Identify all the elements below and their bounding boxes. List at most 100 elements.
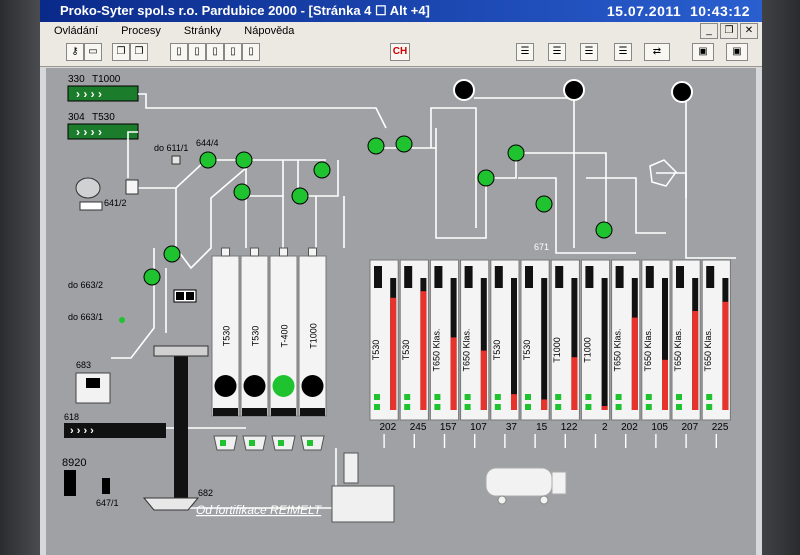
- pages-icon[interactable]: ❐: [130, 43, 148, 61]
- right-silo-level-fill: [662, 359, 668, 410]
- page1-icon[interactable]: ▯: [170, 43, 188, 61]
- bagging-station[interactable]: [331, 485, 395, 523]
- right-silo-status-block: [374, 266, 382, 288]
- label-671: 671: [534, 242, 549, 252]
- feed2-arrows: › › › ›: [76, 125, 102, 139]
- tool-c-icon[interactable]: ☰: [580, 43, 598, 61]
- valve-icon[interactable]: [507, 144, 525, 162]
- gate-647[interactable]: [102, 478, 110, 494]
- valve-icon[interactable]: [233, 183, 251, 201]
- label-647: 647/1: [96, 498, 119, 508]
- right-silo-label: T650 Klas.: [613, 328, 623, 371]
- close-button[interactable]: ✕: [740, 23, 758, 39]
- valve-icon[interactable]: [235, 151, 253, 169]
- conveyor-618-arrows: › › › ›: [70, 425, 94, 437]
- right-silo-status-block: [525, 266, 533, 288]
- left-silo-label: T-400: [280, 324, 290, 347]
- right-silo-level-fill: [692, 311, 699, 410]
- page2-icon[interactable]: ▯: [188, 43, 206, 61]
- outlet-indicator-icon[interactable]: [671, 81, 693, 103]
- clock: 15.07.2011 10:43:12: [607, 0, 750, 22]
- right-silo-status-led: [525, 394, 531, 400]
- left-silo-outlet-icon[interactable]: [301, 375, 324, 397]
- feed1-name: T1000: [92, 74, 121, 85]
- menu-napoveda[interactable]: Nápověda: [244, 25, 294, 37]
- time-readout: 10:43:12: [689, 3, 750, 19]
- label-644: 644/4: [196, 138, 219, 148]
- left-silo-outlet-icon[interactable]: [243, 375, 266, 397]
- menu-ovladani[interactable]: Ovládání: [54, 25, 98, 37]
- window-title: Proko-Syter spol.s r.o. Pardubice 2000 -…: [60, 3, 430, 18]
- right-silo-status-led: [615, 394, 622, 400]
- right-silo-label: T530: [492, 340, 502, 361]
- right-silo-status-led: [555, 394, 562, 400]
- valve-icon[interactable]: [143, 268, 161, 286]
- label-do663-1: do 663/1: [68, 312, 103, 322]
- right-silo-status-block: [494, 266, 503, 288]
- right-silo-value: 105: [651, 422, 668, 433]
- right-silo-label: T650 Klas.: [431, 328, 441, 371]
- right-silo-status-block: [464, 266, 473, 288]
- tool-b-icon[interactable]: ☰: [548, 43, 566, 61]
- valve-icon[interactable]: [313, 161, 331, 179]
- page3-icon[interactable]: ▯: [206, 43, 224, 61]
- key-icon[interactable]: ⚷: [66, 43, 84, 61]
- tool-e-icon[interactable]: ⇄: [644, 43, 670, 61]
- left-silo-label: T530: [251, 326, 261, 347]
- right-silo-status-led: [525, 404, 531, 410]
- page4-icon[interactable]: ▯: [224, 43, 242, 61]
- panel-icon[interactable]: ▭: [84, 43, 102, 61]
- right-silo-status-led: [585, 394, 592, 400]
- valve-icon[interactable]: [199, 151, 217, 169]
- valve-icon[interactable]: [595, 221, 613, 239]
- menu-procesy[interactable]: Procesy: [121, 25, 161, 37]
- right-silo-level-fill: [541, 399, 548, 410]
- alarm-button[interactable]: CH: [390, 43, 410, 61]
- elevator-head: [153, 345, 209, 357]
- motor-8920[interactable]: [64, 470, 76, 496]
- valve-icon[interactable]: [477, 169, 495, 187]
- valve-icon[interactable]: [163, 245, 181, 263]
- elevator-682[interactable]: [174, 353, 188, 498]
- fan-icon: [75, 177, 101, 199]
- left-silo-label: T530: [222, 326, 232, 347]
- left-silo-gate: [213, 408, 238, 416]
- feed2-name: T530: [92, 112, 115, 123]
- label-618: 618: [64, 412, 79, 422]
- copy-icon[interactable]: ❐: [112, 43, 130, 61]
- right-silo-status-led: [615, 404, 622, 410]
- monitor1-icon[interactable]: ▣: [692, 43, 714, 61]
- restore-button[interactable]: ❐: [720, 23, 738, 39]
- sensor-icon: [119, 317, 125, 323]
- valve-icon[interactable]: [367, 137, 385, 155]
- outlet-indicator-icon[interactable]: [453, 79, 475, 101]
- label-do611: do 611/1: [154, 143, 188, 153]
- right-silo-status-led: [404, 394, 411, 400]
- right-silo-value: 207: [682, 422, 699, 433]
- right-silo-panel: T530 202 T530 245 T650 Klas. 157 T650 Klas. 107…: [369, 259, 731, 448]
- switch-left: [176, 292, 184, 300]
- outlet-indicator-icon[interactable]: [563, 79, 585, 101]
- valve-icon[interactable]: [395, 135, 413, 153]
- tool-d-icon[interactable]: ☰: [614, 43, 632, 61]
- right-silo-level-track: [541, 278, 548, 410]
- hopper-status: [307, 440, 313, 446]
- monitor2-icon[interactable]: ▣: [726, 43, 748, 61]
- valve-icon[interactable]: [291, 187, 309, 205]
- toolbar: ⚷ ▭ ❐ ❐ ▯ ▯ ▯ ▯ ▯ CH ☰ ☰ ☰ ☰ ⇄ ▣ ▣: [40, 40, 762, 67]
- left-silo-gate: [300, 408, 325, 416]
- right-silo-value: 157: [440, 422, 457, 433]
- right-silo-level-track: [511, 278, 517, 410]
- right-silo-status-block: [585, 266, 594, 288]
- page5-icon[interactable]: ▯: [242, 43, 260, 61]
- left-silo-label: T1000: [309, 323, 319, 349]
- left-silo-panel: T530 T530 T-400 T1000: [211, 247, 327, 451]
- menu-stranky[interactable]: Stránky: [184, 25, 221, 37]
- left-silo-outlet-icon[interactable]: [214, 375, 237, 397]
- left-silo-inlet: [308, 247, 317, 257]
- valve-icon[interactable]: [535, 195, 553, 213]
- minimize-button[interactable]: _: [700, 23, 718, 39]
- right-silo-label: T1000: [582, 337, 592, 363]
- left-silo-outlet-icon[interactable]: [272, 375, 295, 397]
- tool-a-icon[interactable]: ☰: [516, 43, 534, 61]
